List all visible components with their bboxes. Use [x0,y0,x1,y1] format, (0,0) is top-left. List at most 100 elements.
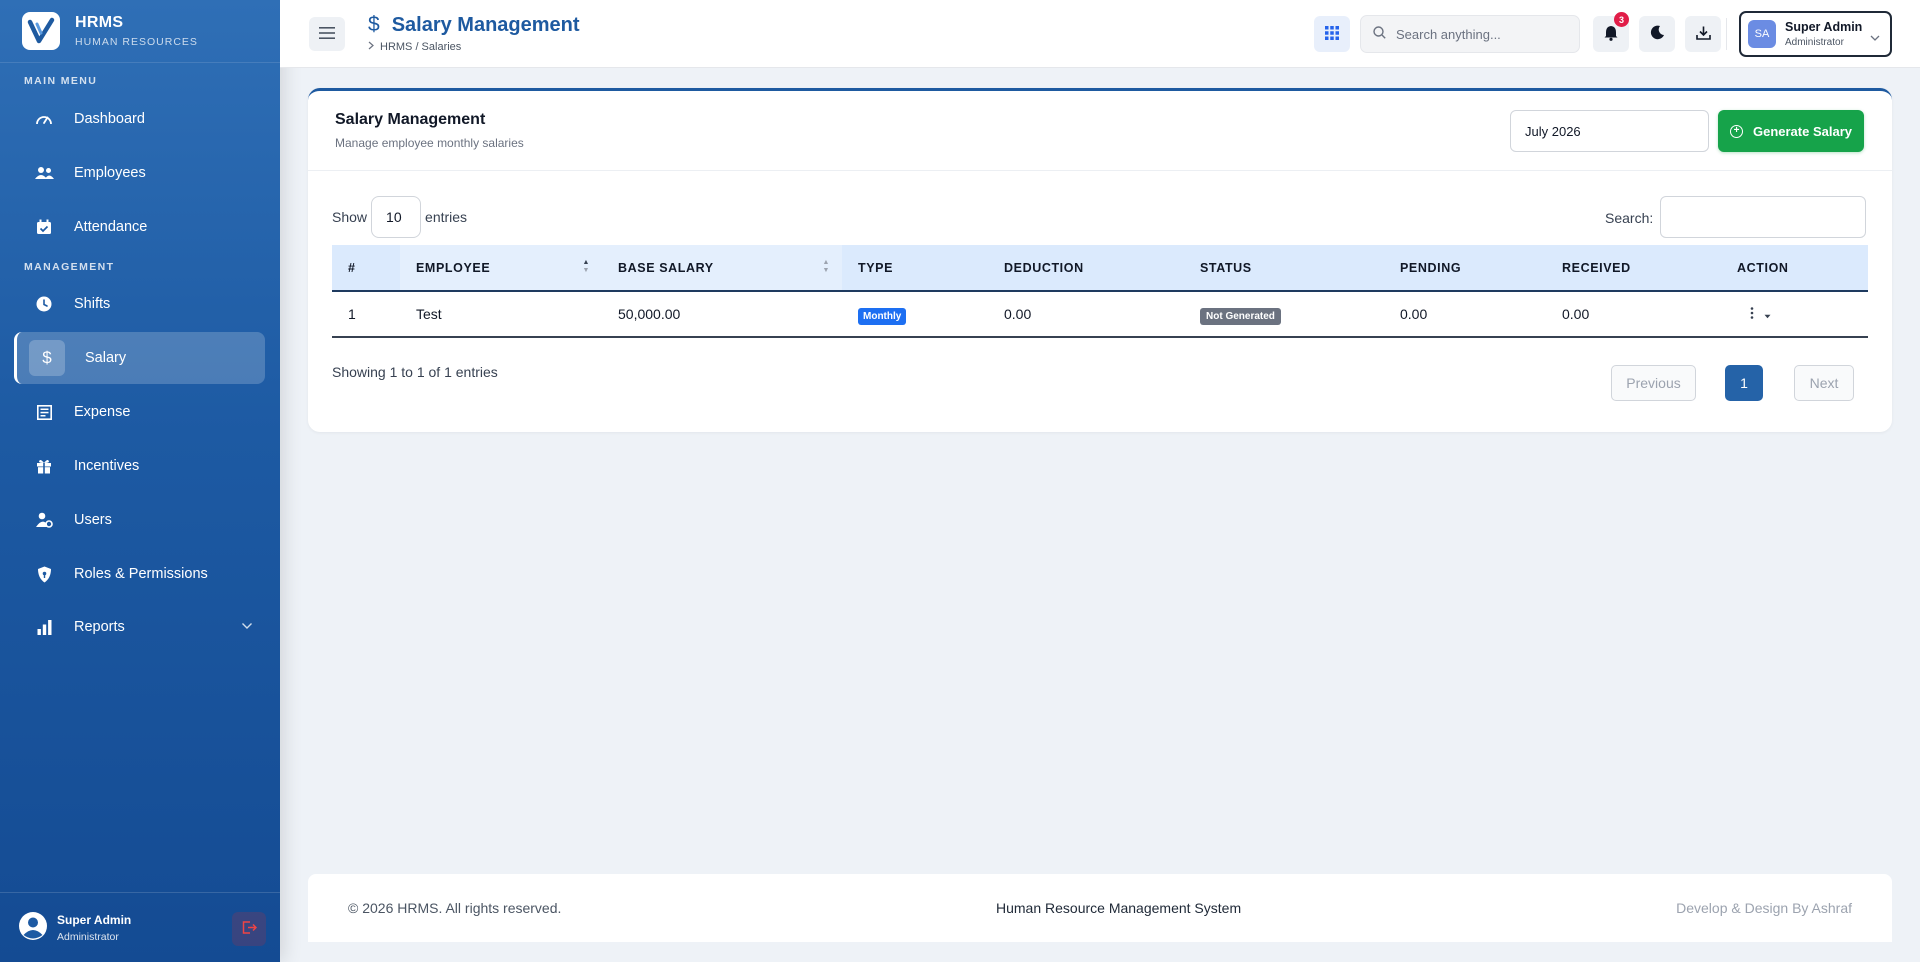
dashboard-gauge-icon [34,109,54,129]
cell-employee: Test [416,306,442,322]
hamburger-icon [319,26,335,42]
chevron-right-icon [368,41,374,53]
generate-salary-button[interactable]: + Generate Salary [1718,110,1864,152]
bar-chart-icon [34,617,54,637]
plus-circle-icon: + [1729,124,1743,138]
calendar-check-icon [34,217,54,237]
show-label: Show [332,209,368,225]
sidebar-item-label: Salary [85,350,127,366]
table-search-label: Search: [1605,210,1654,226]
download-button[interactable] [1685,16,1721,52]
sidebar-item-label: Users [74,512,112,528]
sidebar: HRMS HUMAN RESOURCES MAIN MENU Dashboard… [0,0,280,962]
user-role: Administrator [1785,37,1844,48]
footer-copyright: © 2026 HRMS. All rights reserved. [348,900,562,916]
notifications-button[interactable]: 3 [1593,12,1629,52]
shield-icon [34,564,54,584]
sidebar-user-panel: Super Admin Administrator [0,892,280,962]
apps-grid-button[interactable] [1314,16,1350,52]
sidebar-item-incentives[interactable]: Incentives [14,440,265,492]
brand[interactable]: HRMS HUMAN RESOURCES [0,0,280,63]
page-footer: © 2026 HRMS. All rights reserved. Human … [308,874,1892,942]
cell-pending: 0.00 [1400,306,1428,322]
footer-credit[interactable]: Develop & Design By Ashraf [1676,900,1852,916]
dollar-icon: $ [368,13,380,36]
sidebar-toggle-button[interactable] [309,17,345,51]
search-icon [1373,26,1386,42]
clock-icon [34,294,54,314]
col-pending[interactable]: PENDING [1384,245,1546,291]
sidebar-item-expense[interactable]: Expense [14,386,265,438]
col-type[interactable]: TYPE [842,245,988,291]
footer-app-name: Human Resource Management System [996,900,1242,916]
pagination-page-1[interactable]: 1 [1725,365,1763,401]
salary-table: # EMPLOYEE ▲ ▼ BASE SALARY ▲ ▼ TYPE DEDUCT… [332,245,1868,338]
sidebar-item-label: Incentives [74,458,140,474]
cell-received: 0.00 [1562,306,1590,322]
user-avatar-icon [18,911,48,944]
col-action[interactable]: ACTION [1721,245,1868,291]
sidebar-item-users[interactable]: Users [14,494,265,546]
sidebar-item-roles-permissions[interactable]: Roles & Permissions [14,548,265,600]
cell-type: Monthly [842,291,988,337]
sidebar-item-salary[interactable]: $ Salary [14,332,265,384]
dollar-icon: $ [29,340,65,376]
sidebar-item-shifts[interactable]: Shifts [14,278,265,330]
row-action-dropdown[interactable] [1737,306,1868,322]
entries-label: entries [425,209,468,225]
entries-length-control: Show 10 entries [332,196,467,238]
type-badge: Monthly [858,308,907,325]
col-number[interactable]: # [332,245,400,291]
sidebar-item-label: Employees [74,165,146,181]
entries-select[interactable]: 10 [371,196,422,238]
col-received[interactable]: RECEIVED [1546,245,1721,291]
col-employee[interactable]: EMPLOYEE ▲ ▼ [400,245,602,291]
cell-number: 1 [348,306,356,322]
users-icon [34,163,54,183]
sidebar-item-attendance[interactable]: Attendance [14,201,265,253]
logout-icon [242,921,257,937]
sidebar-item-dashboard[interactable]: Dashboard [14,93,265,145]
user-menu-button[interactable]: SA Super Admin Administrator [1739,11,1892,57]
kebab-menu-icon [1750,306,1754,322]
table-info: Showing 1 to 1 of 1 entries [332,364,498,380]
brand-title: HRMS [75,14,124,31]
card-header: Salary Management Manage employee monthl… [308,91,1892,171]
sidebar-item-label: Expense [74,404,131,420]
management-label: MANAGEMENT [24,261,115,273]
col-deduction[interactable]: DEDUCTION [988,245,1184,291]
card-subtitle: Manage employee monthly salaries [335,136,524,150]
cell-action [1721,291,1868,337]
breadcrumb-text[interactable]: HRMS / Salaries [380,41,461,53]
chevron-down-icon [241,618,253,634]
sidebar-item-label: Roles & Permissions [74,566,208,582]
sidebar-item-label: Reports [74,619,125,635]
user-gear-icon [34,510,54,530]
header-divider [1726,18,1727,50]
card-title: Salary Management [335,111,486,128]
receipt-icon [34,402,54,422]
global-search-input[interactable] [1396,26,1566,42]
grid-icon [1325,25,1339,43]
table-search-input[interactable] [1660,196,1866,238]
col-base-salary-label: BASE SALARY [618,260,714,275]
brand-subtitle: HUMAN RESOURCES [75,36,198,48]
pagination-previous[interactable]: Previous [1611,365,1696,401]
sidebar-user-name: Super Admin [57,912,132,927]
theme-toggle-button[interactable] [1639,16,1675,52]
col-base-salary[interactable]: BASE SALARY ▲ ▼ [602,245,842,291]
page-title-text: Salary Management [391,13,580,36]
col-status[interactable]: STATUS [1184,245,1384,291]
logout-button[interactable] [232,912,266,946]
col-employee-label: EMPLOYEE [416,260,491,275]
month-picker[interactable]: July 2026 [1510,110,1709,152]
sidebar-item-employees[interactable]: Employees [14,147,265,199]
page-title: $ Salary Management [368,13,580,37]
chevron-down-icon [1870,29,1880,45]
table-row: 1 Test 50,000.00 Monthly 0.00 Not Genera… [332,291,1868,337]
global-search[interactable] [1360,15,1580,53]
pagination-next[interactable]: Next [1794,365,1854,401]
table-header-row: # EMPLOYEE ▲ ▼ BASE SALARY ▲ ▼ TYPE DEDUCT… [332,245,1868,291]
gift-icon [34,456,54,476]
sidebar-item-reports[interactable]: Reports [14,601,265,653]
